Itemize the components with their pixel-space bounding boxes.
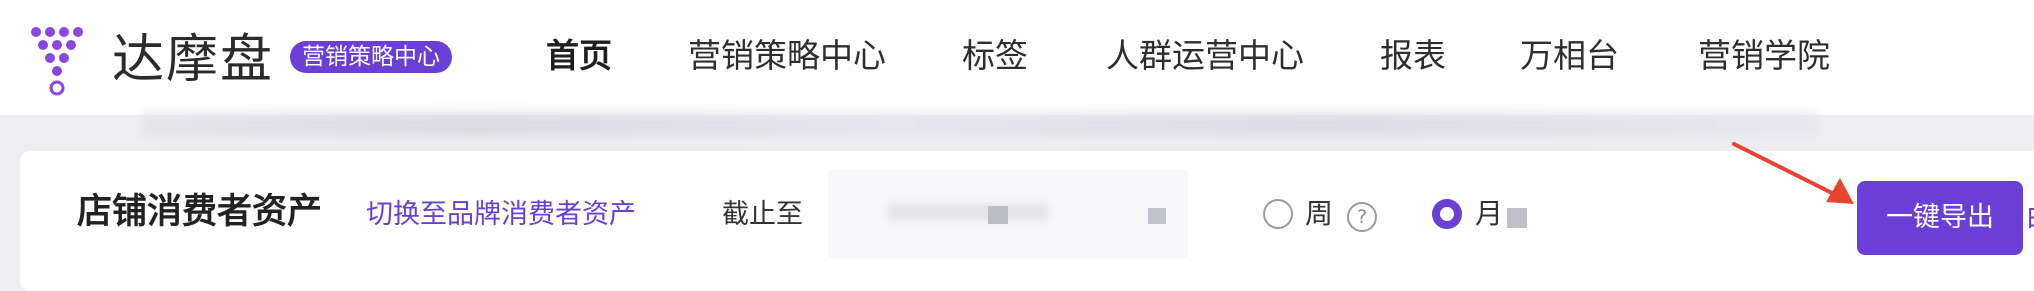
redacted-block xyxy=(1507,208,1527,228)
redacted-block xyxy=(988,206,1008,224)
red-arrow-annotation xyxy=(1732,142,1854,204)
nav-item-strategy-center[interactable]: 营销策略中心 xyxy=(688,30,886,82)
switch-brand-assets-link[interactable]: 切换至品牌消费者资产 xyxy=(366,197,636,233)
blurred-banner xyxy=(140,113,1820,137)
brand-badge: 营销策略中心 xyxy=(290,41,452,73)
nav-item-audience-center[interactable]: 人群运营中心 xyxy=(1106,30,1304,82)
brand-name: 达摩盘 xyxy=(112,30,275,90)
month-radio-label: 月 xyxy=(1475,197,1504,230)
date-picker[interactable] xyxy=(828,170,1188,258)
week-radio-label: 周 xyxy=(1305,197,1334,230)
top-navigation-bar: 达摩盘 营销策略中心 首页 营销策略中心 标签 人群运营中心 报表 万相台 营销… xyxy=(0,0,2034,115)
nav-item-tags[interactable]: 标签 xyxy=(962,30,1028,82)
nav-item-reports[interactable]: 报表 xyxy=(1380,30,1446,82)
date-value-blurred xyxy=(888,204,1048,220)
redacted-block xyxy=(1148,208,1166,224)
cut-off-text: 由 xyxy=(2026,200,2034,236)
nav-item-home[interactable]: 首页 xyxy=(546,30,612,82)
logo-icon xyxy=(31,27,83,96)
month-radio[interactable] xyxy=(1432,199,1462,229)
date-label: 截止至 xyxy=(722,199,803,230)
one-click-export-button[interactable]: 一键导出 xyxy=(1857,181,2023,255)
nav-item-wanxiangtai[interactable]: 万相台 xyxy=(1520,30,1619,82)
page-title: 店铺消费者资产 xyxy=(77,192,323,232)
week-radio[interactable] xyxy=(1263,199,1293,229)
nav-item-academy[interactable]: 营销学院 xyxy=(1698,30,1830,82)
help-icon[interactable]: ? xyxy=(1347,202,1377,232)
